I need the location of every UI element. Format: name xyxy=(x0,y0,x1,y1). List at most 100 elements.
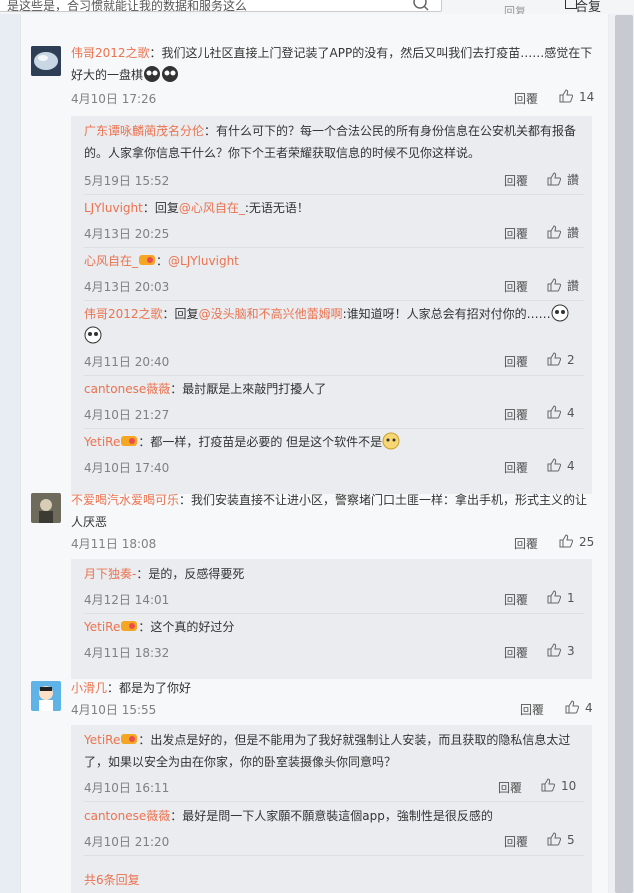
reply-meta: 4月13日 20:25 回覆 讚 xyxy=(84,225,584,243)
thumbs-up-icon xyxy=(547,225,561,239)
like-button[interactable]: 4 xyxy=(547,405,575,420)
mention-link[interactable]: @没头脑和不高兴他蕾姆啊 xyxy=(199,307,343,321)
show-more-replies[interactable]: 共6条回复 xyxy=(84,871,140,888)
search-input[interactable]: 是这些是，合习惯就能让我的数据和服务这么 xyxy=(0,0,442,12)
reply-button[interactable]: 回覆 xyxy=(504,406,528,423)
comment-username[interactable]: 伟哥2012之歌 xyxy=(71,46,150,60)
reply-button[interactable]: 回覆 xyxy=(520,701,544,718)
like-button[interactable]: 4 xyxy=(565,700,593,715)
like-button[interactable]: 3 xyxy=(547,643,575,658)
thumbs-up-icon xyxy=(547,832,561,846)
reply-username[interactable]: LJYluvight xyxy=(84,201,143,215)
reply-list: 广东谭咏麟蔺茂名分伦：有什么可下的？每一个合法公民的所有身份信息在公安机关都有报… xyxy=(71,116,592,494)
reply-meta: 4月10日 17:40 回覆 4 xyxy=(84,458,584,477)
scrollbar-thumb[interactable] xyxy=(615,15,633,893)
reply-username[interactable]: 广东谭咏麟蔺茂名分伦 xyxy=(84,124,204,138)
reply-username[interactable]: 伟哥2012之歌 xyxy=(84,307,163,321)
reply-username[interactable]: YetiRe xyxy=(84,435,120,449)
reply-text: 伟哥2012之歌：回复@没头脑和不高兴他蕾姆啊:谁知道呀！人家总会有招对付你的…… xyxy=(84,303,584,347)
vip-badge-icon xyxy=(121,436,138,446)
reply-body: ：回复 xyxy=(142,201,179,215)
like-button[interactable]: 25 xyxy=(559,534,594,549)
reply-time: 4月13日 20:25 xyxy=(84,227,170,241)
like-count: 3 xyxy=(567,644,575,658)
reply-button[interactable]: 回覆 xyxy=(498,779,522,796)
like-count: 讚 xyxy=(567,279,580,293)
reply-text: 月下独奏-：是的，反感得要死 xyxy=(84,563,584,585)
reply-button[interactable]: 回覆 xyxy=(504,353,528,370)
like-button[interactable]: 10 xyxy=(541,778,576,793)
reply-text: LJYluvight：回复@心风自在_:无语无语！ xyxy=(84,197,584,219)
reply-button[interactable]: 回覆 xyxy=(504,644,528,661)
comment-text: 伟哥2012之歌：我们这儿社区直接上门登记装了APP的没有，然后又叫我们去打疫苗… xyxy=(71,42,599,86)
reply-time: 4月10日 17:40 xyxy=(84,461,170,475)
avatar[interactable] xyxy=(31,493,61,523)
thumbs-up-icon xyxy=(547,172,561,186)
mention-link[interactable]: @LJYluvight xyxy=(168,254,239,268)
emoji-icon xyxy=(84,326,102,344)
avatar[interactable] xyxy=(31,681,61,711)
comment-username[interactable]: 小滑几 xyxy=(71,681,107,695)
reply-button[interactable]: 回覆 xyxy=(504,833,528,850)
like-count: 1 xyxy=(567,591,575,605)
like-count: 4 xyxy=(567,459,575,473)
like-count: 讚 xyxy=(567,173,580,187)
like-button[interactable]: 讚 xyxy=(547,277,579,294)
reply-body: ：是的，反感得要死 xyxy=(136,567,245,581)
reply-button[interactable]: 回覆 xyxy=(504,591,528,608)
like-count: 5 xyxy=(567,833,575,847)
avatar[interactable] xyxy=(31,46,61,76)
divider xyxy=(84,613,584,614)
like-button[interactable]: 讚 xyxy=(547,171,579,188)
emoji-icon xyxy=(551,304,569,322)
comment-text: 小滑几：都是为了你好 xyxy=(71,677,599,699)
reply-username[interactable]: cantonese薇薇 xyxy=(84,809,170,823)
reply-time: 4月10日 16:11 xyxy=(84,781,170,795)
vip-badge-icon xyxy=(121,621,138,631)
top-reply-label[interactable]: 回复 xyxy=(504,3,526,14)
reply-button[interactable]: 回覆 xyxy=(504,459,528,476)
thumbs-up-icon xyxy=(559,89,573,103)
comment-time: 4月10日 17:26 xyxy=(71,92,157,106)
thumbs-up-icon xyxy=(565,700,579,714)
reply-username[interactable]: cantonese薇薇 xyxy=(84,382,170,396)
reply-button[interactable]: 回覆 xyxy=(504,172,528,189)
like-button[interactable]: 5 xyxy=(547,832,575,847)
reply-text: YetiRe ：这个真的好过分 xyxy=(84,616,584,638)
search-icon[interactable] xyxy=(412,0,430,12)
divider xyxy=(84,855,584,856)
reply-button[interactable]: 回覆 xyxy=(514,535,538,552)
reply-body: ：这个真的好过分 xyxy=(138,620,235,634)
like-button[interactable]: 14 xyxy=(559,89,594,104)
comment-list: 伟哥2012之歌：我们这儿社区直接上门登记装了APP的没有，然后又叫我们去打疫苗… xyxy=(20,14,608,893)
reply-body: ：最討厭是上來敲門打擾人了 xyxy=(170,382,327,396)
thumbs-up-icon xyxy=(547,352,561,366)
comment-time: 4月11日 18:08 xyxy=(71,537,157,551)
reply-button[interactable]: 回覆 xyxy=(504,278,528,295)
divider xyxy=(84,300,584,301)
reply-text: cantonese薇薇：最好是問一下人家願不願意裝這個app，強制性是很反感的 xyxy=(84,805,584,827)
reply-button[interactable]: 回覆 xyxy=(504,225,528,242)
reply-username[interactable]: YetiRe xyxy=(84,620,120,634)
like-button[interactable]: 讚 xyxy=(547,224,579,241)
comment-username[interactable]: 不爱喝汽水爱喝可乐 xyxy=(71,493,179,507)
emoji-icon xyxy=(382,432,400,450)
like-count: 讚 xyxy=(567,226,580,240)
reply-username[interactable]: YetiRe xyxy=(84,733,120,747)
reply-button[interactable]: 回覆 xyxy=(514,90,538,107)
vip-badge-icon xyxy=(139,255,156,265)
reply-time: 5月19日 15:52 xyxy=(84,174,170,188)
thumbs-up-icon xyxy=(547,278,561,292)
reply-username[interactable]: 心风自在_ xyxy=(84,254,138,268)
reply-username[interactable]: 月下独奏- xyxy=(84,567,136,581)
reply-body-tail: :谁知道呀！人家总会有招对付你的…… xyxy=(342,307,551,321)
comment-meta: 4月11日 18:08 回覆 25 xyxy=(71,534,599,553)
like-button[interactable]: 1 xyxy=(547,590,575,605)
reply-time: 4月12日 14:01 xyxy=(84,593,170,607)
mention-link[interactable]: @心风自在_ xyxy=(179,201,245,215)
top-tail-label[interactable]: 合复 xyxy=(575,0,601,14)
like-count: 10 xyxy=(561,779,577,793)
reply-meta: 4月11日 20:40 回覆 2 xyxy=(84,352,584,371)
like-button[interactable]: 2 xyxy=(547,352,575,367)
like-button[interactable]: 4 xyxy=(547,458,575,473)
